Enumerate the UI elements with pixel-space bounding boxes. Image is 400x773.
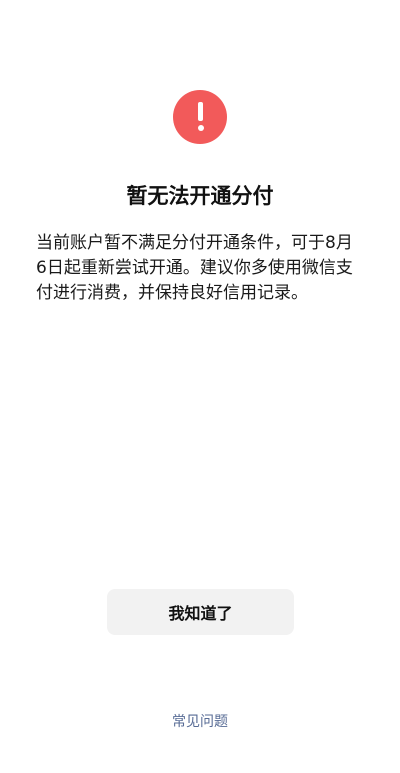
exclamation-dot	[197, 125, 204, 131]
dialog-title: 暂无法开通分付	[126, 184, 274, 208]
exclamation-bar	[198, 102, 203, 121]
acknowledge-button[interactable]: 我知道了	[107, 589, 294, 635]
message-line: 6日起重新尝试开通。建议你多使用微信支	[36, 258, 353, 278]
exclamation-alert-icon	[173, 90, 227, 144]
dialog-message: 当前账户暂不满足分付开通条件，可于8月 6日起重新尝试开通。建议你多使用微信支 …	[36, 231, 366, 306]
message-line: 付进行消费，并保持良好信用记录。	[36, 283, 308, 303]
message-line: 当前账户暂不满足分付开通条件，可于8月	[36, 233, 353, 253]
screen: 暂无法开通分付 当前账户暂不满足分付开通条件，可于8月 6日起重新尝试开通。建议…	[0, 0, 400, 773]
faq-link[interactable]: 常见问题	[0, 712, 400, 732]
